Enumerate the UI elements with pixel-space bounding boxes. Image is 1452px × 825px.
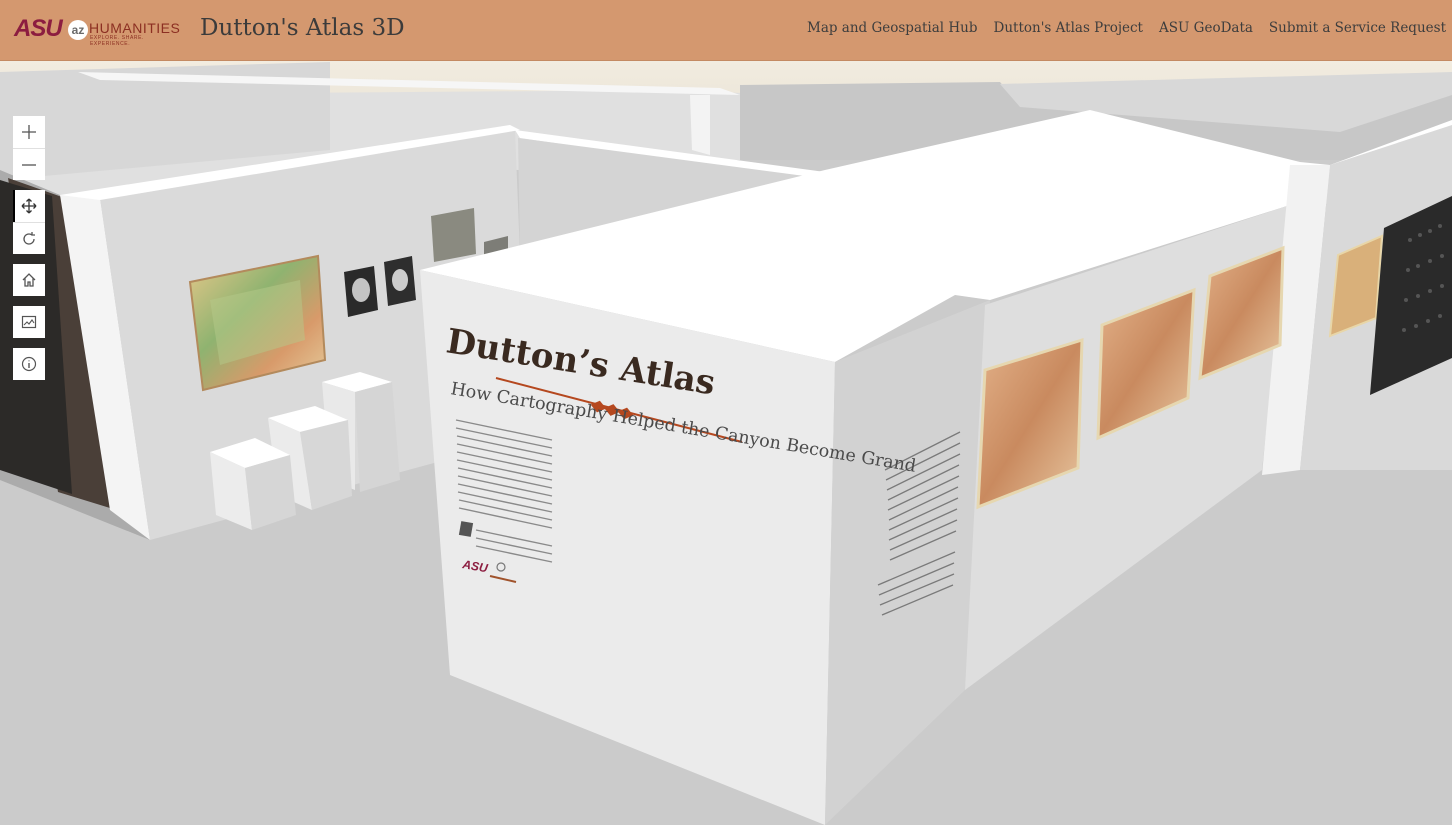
zoom-out-button[interactable] <box>13 148 45 180</box>
zoom-out-icon <box>22 163 36 166</box>
zoom-in-icon <box>22 125 36 139</box>
basemap-gallery-button[interactable] <box>13 306 45 338</box>
basemap-gallery-icon <box>21 315 37 329</box>
header-nav: Map and Geospatial Hub Dutton's Atlas Pr… <box>807 20 1446 36</box>
nav-link-map-geospatial-hub[interactable]: Map and Geospatial Hub <box>807 20 978 36</box>
az-logo-word: HUMANITIES <box>89 20 181 36</box>
nav-link-duttons-atlas-project[interactable]: Dutton's Atlas Project <box>994 20 1143 36</box>
rotate-button[interactable] <box>13 222 45 254</box>
nav-link-asu-geodata[interactable]: ASU GeoData <box>1159 20 1253 36</box>
asu-logo[interactable]: ASU <box>14 16 63 42</box>
3d-scene-view[interactable]: Dutton’s Atlas How Cartography Helped th… <box>0 0 1452 825</box>
az-logo-mark: az <box>68 20 88 40</box>
pan-icon <box>21 198 37 214</box>
az-logo-tagline: EXPLORE. SHARE. EXPERIENCE. <box>90 35 145 47</box>
az-humanities-logo[interactable]: az HUMANITIES EXPLORE. SHARE. EXPERIENCE… <box>68 19 184 47</box>
rotate-icon <box>23 231 35 245</box>
nav-link-submit-service-request[interactable]: Submit a Service Request <box>1269 20 1446 36</box>
info-icon <box>21 356 37 372</box>
app-title: Dutton's Atlas 3D <box>200 15 405 41</box>
pan-button[interactable] <box>13 190 45 222</box>
zoom-in-button[interactable] <box>13 116 45 148</box>
home-icon <box>22 273 36 287</box>
app-header: ASU az HUMANITIES EXPLORE. SHARE. EXPERI… <box>0 0 1452 61</box>
home-button[interactable] <box>13 264 45 296</box>
info-button[interactable] <box>13 348 45 380</box>
